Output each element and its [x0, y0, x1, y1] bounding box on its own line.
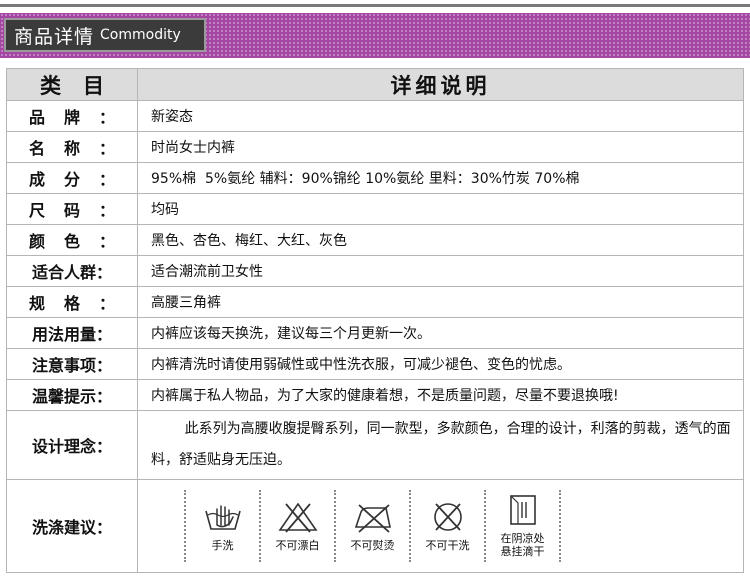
table-row: 设计理念： 此系列为高腰收腹提臀系列，同一款型，多款颜色，合理的设计，利落的剪裁… [6, 410, 744, 480]
row-label-size: 尺码： [6, 193, 138, 225]
wash-item: 不可熨烫 [336, 501, 409, 552]
section-title-tab: 商品详情 Commodity [4, 18, 206, 52]
row-value-usage: 内裤应该每天换洗，建议每三个月更新一次。 [137, 317, 744, 349]
table-row: 用法用量： 内裤应该每天换洗，建议每三个月更新一次。 [6, 317, 744, 349]
table-row: 规格： 高腰三角裤 [6, 286, 744, 318]
top-divider [0, 0, 750, 7]
row-label-brand: 品牌： [6, 100, 138, 132]
row-label-washing: 洗涤建议： [6, 479, 138, 573]
table-header-row: 类目 详细说明 [6, 68, 744, 101]
row-value-name: 时尚女士内裤 [137, 131, 744, 163]
row-label-name: 名称： [6, 131, 138, 163]
table-row: 洗涤建议： 手洗 不可漂白 不可熨烫 不可干洗 在阴凉处悬挂滴干 [6, 479, 744, 573]
table-row: 颜色： 黑色、杏色、梅红、大红、灰色 [6, 224, 744, 256]
wash-label: 不可熨烫 [350, 538, 395, 552]
wash-label: 不可漂白 [275, 538, 320, 552]
dotted-divider [559, 490, 561, 562]
row-label-audience: 适合人群： [6, 255, 138, 287]
row-value-spec: 高腰三角裤 [137, 286, 744, 318]
wash-label: 不可干洗 [425, 538, 470, 552]
row-label-color: 颜色： [6, 224, 138, 256]
row-label-spec: 规格： [6, 286, 138, 318]
row-label-notes: 注意事项： [6, 348, 138, 380]
row-value-audience: 适合潮流前卫女性 [137, 255, 744, 287]
wash-item: 手洗 [186, 501, 259, 552]
table-row: 品牌： 新姿态 [6, 100, 744, 132]
row-value-tips: 内裤属于私人物品，为了大家的健康着想，不是质量问题，尽量不要退换哦! [137, 379, 744, 411]
no-bleach-icon [277, 502, 318, 533]
wash-label: 在阴凉处悬挂滴干 [500, 532, 545, 558]
wash-item: 不可干洗 [411, 501, 484, 552]
no-dry-clean-icon [433, 502, 462, 531]
product-spec-table: 类目 详细说明 品牌： 新姿态 名称： 时尚女士内裤 成分： 95%棉 5%氨纶… [6, 68, 744, 573]
column-header-details: 详细说明 [137, 68, 744, 101]
row-value-design: 此系列为高腰收腹提臀系列，同一款型，多款颜色，合理的设计，利落的剪裁，透气的面料… [137, 410, 744, 480]
wash-instructions: 手洗 不可漂白 不可熨烫 不可干洗 在阴凉处悬挂滴干 [137, 479, 744, 573]
wash-item: 在阴凉处悬挂滴干 [486, 494, 559, 558]
no-iron-icon [354, 503, 391, 533]
wash-label: 手洗 [211, 538, 234, 552]
table-row: 名称： 时尚女士内裤 [6, 131, 744, 163]
table-row: 适合人群： 适合潮流前卫女性 [6, 255, 744, 287]
row-label-design: 设计理念： [6, 410, 138, 480]
hand-wash-icon [204, 504, 241, 530]
table-row: 成分： 95%棉 5%氨纶 辅料：90%锦纶 10%氨纶 里料：30%竹炭 70… [6, 162, 744, 194]
row-value-composition: 95%棉 5%氨纶 辅料：90%锦纶 10%氨纶 里料：30%竹炭 70%棉 [137, 162, 744, 194]
row-label-tips: 温馨提示： [6, 379, 138, 411]
row-label-composition: 成分： [6, 162, 138, 194]
row-value-notes: 内裤清洗时请使用弱碱性或中性洗衣服，可减少褪色、变色的忧虑。 [137, 348, 744, 380]
table-row: 尺码： 均码 [6, 193, 744, 225]
section-title-english: Commodity [100, 27, 181, 43]
row-value-brand: 新姿态 [137, 100, 744, 132]
wash-item: 不可漂白 [261, 501, 334, 552]
table-row: 注意事项： 内裤清洗时请使用弱碱性或中性洗衣服，可减少褪色、变色的忧虑。 [6, 348, 744, 380]
table-row: 温馨提示： 内裤属于私人物品，为了大家的健康着想，不是质量问题，尽量不要退换哦! [6, 379, 744, 411]
row-value-color: 黑色、杏色、梅红、大红、灰色 [137, 224, 744, 256]
row-value-size: 均码 [137, 193, 744, 225]
column-header-category: 类目 [6, 68, 138, 101]
shade-dry-icon [509, 495, 536, 525]
row-label-usage: 用法用量： [6, 317, 138, 349]
section-title: 商品详情 [14, 25, 95, 48]
